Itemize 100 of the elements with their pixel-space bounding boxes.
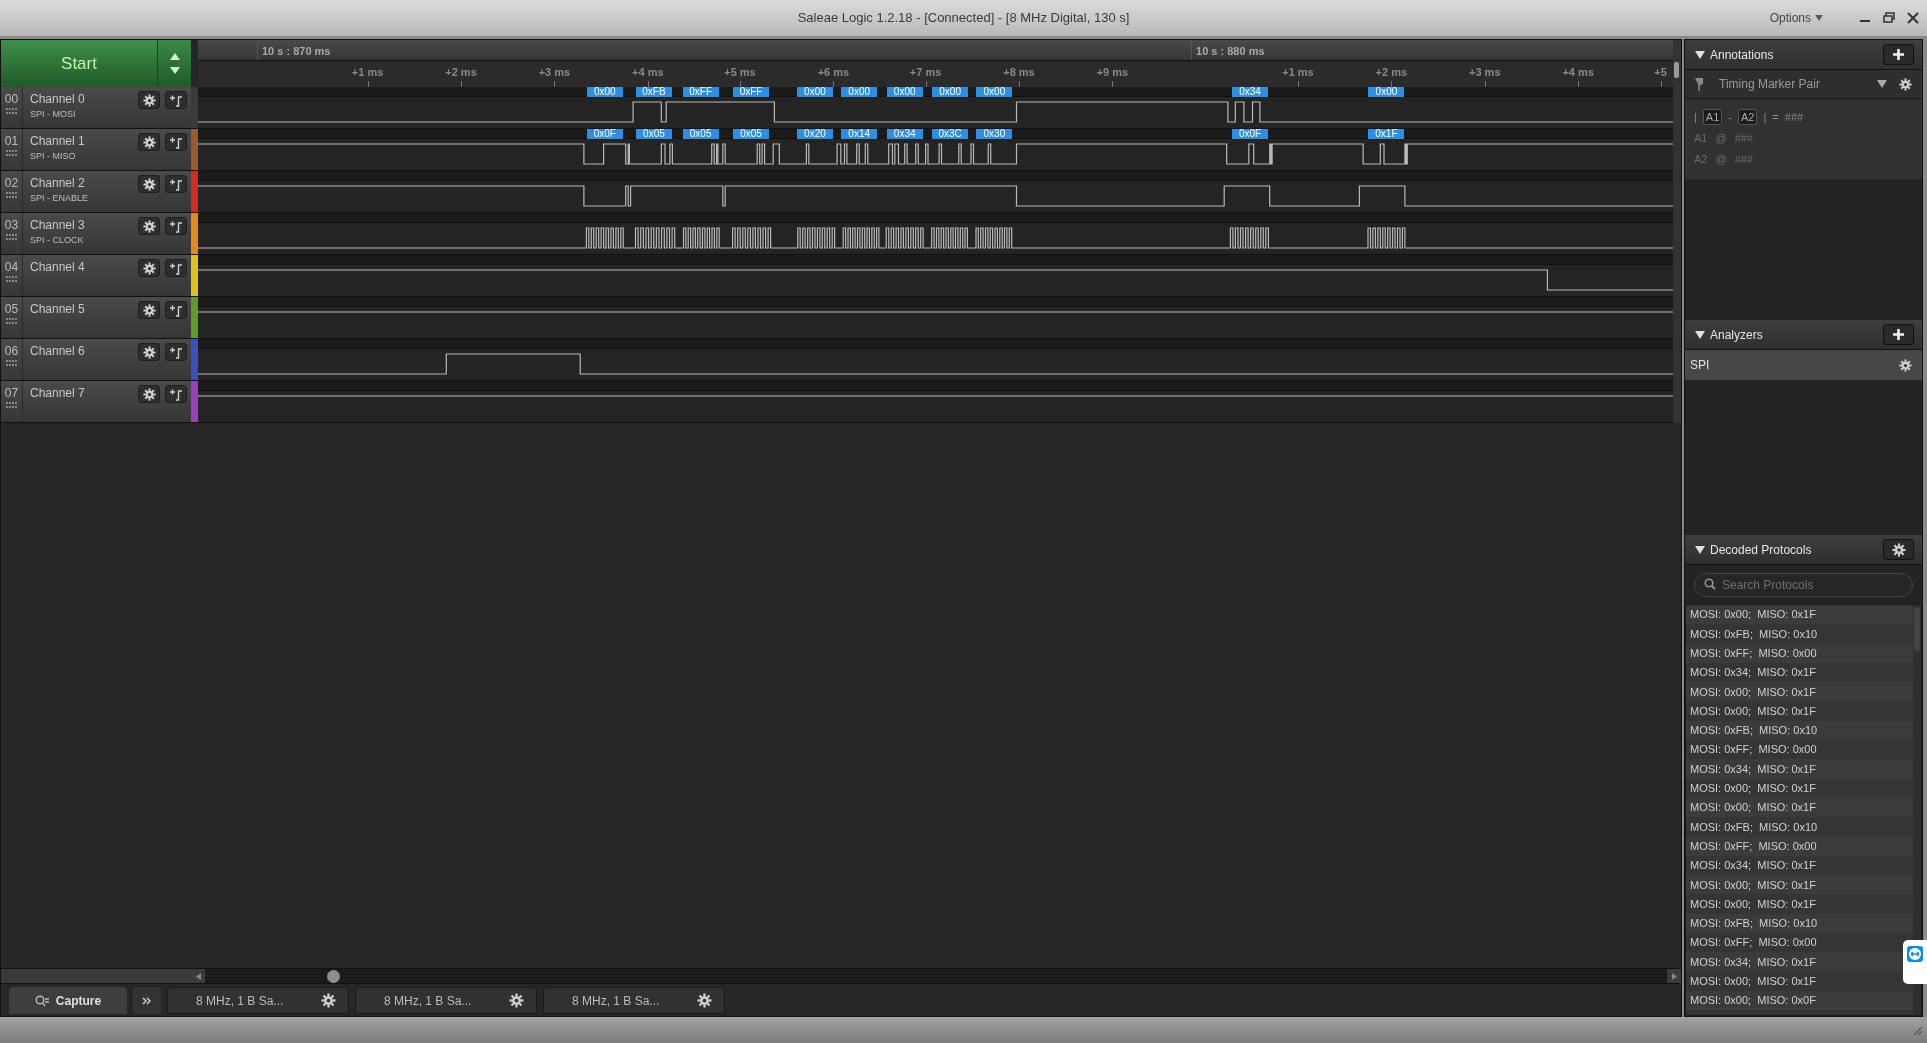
- search-field[interactable]: Search Protocols: [1694, 573, 1913, 597]
- channel-name[interactable]: Channel 7: [30, 386, 138, 401]
- decoded-value-tag[interactable]: 0x05: [733, 129, 770, 139]
- channel-name[interactable]: Channel 4: [30, 260, 138, 275]
- decoded-value-tag[interactable]: 0x34: [1232, 87, 1268, 97]
- decoded-value-tag[interactable]: 0x00: [841, 87, 878, 97]
- time-marker-label: 10 s : 870 ms: [262, 44, 331, 59]
- decoded-row[interactable]: MOSI: 0x00; MISO: 0x1F: [1686, 797, 1913, 818]
- channel-settings-button[interactable]: [138, 259, 160, 277]
- scroll-thumb[interactable]: [1914, 607, 1920, 651]
- channel-name[interactable]: Channel 3: [30, 218, 138, 233]
- scroll-thumb[interactable]: [327, 970, 340, 983]
- collapse-caret-icon[interactable]: [1695, 545, 1705, 554]
- decoded-value-tag[interactable]: 0x0F: [1232, 129, 1268, 139]
- channel-settings-button[interactable]: [138, 343, 160, 361]
- trigger-button[interactable]: [165, 343, 187, 361]
- channel-settings-button[interactable]: [138, 175, 160, 193]
- analyzer-row[interactable]: SPI: [1685, 350, 1922, 380]
- grip-icon[interactable]: [5, 318, 18, 324]
- decoded-row[interactable]: MOSI: 0x00; MISO: 0x1F: [1686, 605, 1913, 625]
- marker-type-label[interactable]: Timing Marker Pair: [1719, 75, 1877, 93]
- channel-name[interactable]: Channel 5: [30, 302, 138, 317]
- scroll-thumb[interactable]: [1674, 62, 1679, 78]
- decoded-value-tag[interactable]: 0x00: [886, 87, 923, 97]
- decoded-row[interactable]: MOSI: 0x00; MISO: 0x1F: [1686, 875, 1913, 895]
- pin-icon[interactable]: [1695, 77, 1703, 91]
- decoded-row[interactable]: MOSI: 0xFB; MISO: 0x10: [1686, 913, 1913, 934]
- channel-protocol-label: SPI - CLOCK: [30, 234, 85, 247]
- trigger-button[interactable]: [165, 91, 187, 109]
- collapse-caret-icon[interactable]: [1695, 330, 1705, 339]
- scroll-left-button[interactable]: [191, 969, 205, 983]
- close-icon[interactable]: [1907, 12, 1919, 24]
- options-menu[interactable]: Options: [1769, 9, 1823, 27]
- grip-icon[interactable]: [5, 402, 18, 408]
- capture-tab[interactable]: Capture: [9, 987, 127, 1014]
- decoded-row[interactable]: MOSI: 0xFB; MISO: 0x10: [1686, 720, 1913, 741]
- expand-tabs-button[interactable]: [133, 987, 161, 1014]
- up-arrow-icon[interactable]: [169, 53, 180, 60]
- channel-settings-button[interactable]: [138, 133, 160, 151]
- session-tab[interactable]: 8 MHz, 1 B Sa...: [355, 987, 537, 1014]
- settings-button[interactable]: [1883, 539, 1914, 560]
- resize-grip-icon[interactable]: [1911, 1024, 1923, 1036]
- plus-icon: [1893, 329, 1904, 340]
- grip-icon[interactable]: [5, 276, 18, 282]
- decoded-value-tag[interactable]: 0xFF: [733, 87, 770, 97]
- decoded-value-tag[interactable]: 0x05: [635, 129, 672, 139]
- gear-icon: [142, 387, 156, 401]
- trigger-button[interactable]: [165, 133, 187, 151]
- session-tab[interactable]: 8 MHz, 1 B Sa...: [543, 987, 725, 1014]
- grip-icon[interactable]: [5, 108, 18, 114]
- decoded-value-tag[interactable]: 0x0F: [586, 129, 623, 139]
- decoded-value-tag[interactable]: 0x14: [841, 129, 878, 139]
- decoded-value-tag[interactable]: 0xFB: [635, 87, 672, 97]
- decoded-row[interactable]: MOSI: 0x00; MISO: 0x0F: [1686, 990, 1913, 1011]
- restore-icon[interactable]: [1883, 12, 1895, 24]
- double-arrow-icon: [1907, 946, 1923, 962]
- decoded-row[interactable]: MOSI: 0x34; MISO: 0x1F: [1686, 759, 1913, 779]
- channel-settings-button[interactable]: [138, 217, 160, 235]
- tick-label: +1 ms: [351, 65, 384, 80]
- channel-name[interactable]: Channel 0: [30, 92, 138, 107]
- marker-value: ###: [1734, 130, 1753, 146]
- channel-name[interactable]: Channel 1: [30, 134, 138, 149]
- grip-icon[interactable]: [5, 192, 18, 198]
- decoded-value-tag[interactable]: 0x3C: [932, 129, 969, 139]
- decoded-value-tag[interactable]: 0x30: [976, 129, 1013, 139]
- channel-settings-button[interactable]: [138, 301, 160, 319]
- decoded-value-tag[interactable]: 0x00: [932, 87, 969, 97]
- decoded-row[interactable]: MOSI: 0xFF; MISO: 0x00: [1686, 836, 1913, 856]
- decoded-value-tag[interactable]: 0x05: [682, 129, 719, 139]
- decoded-value-tag[interactable]: 0x00: [1368, 87, 1405, 97]
- start-button[interactable]: Start: [1, 40, 158, 87]
- decoded-value-tag[interactable]: 0x00: [586, 87, 623, 97]
- add-button[interactable]: [1883, 44, 1914, 65]
- decoded-value-tag[interactable]: 0x00: [976, 87, 1013, 97]
- trigger-button[interactable]: [165, 385, 187, 403]
- decoded-row[interactable]: MOSI: 0x00; MISO: 0x1F: [1686, 682, 1913, 702]
- grip-icon[interactable]: [5, 234, 18, 240]
- down-arrow-icon[interactable]: [169, 67, 180, 74]
- scroll-right-button[interactable]: [1667, 969, 1681, 983]
- decoded-value-tag[interactable]: 0xFF: [682, 87, 719, 97]
- remote-control-toast[interactable]: [1903, 940, 1927, 984]
- trigger-button[interactable]: [165, 301, 187, 319]
- grip-icon[interactable]: [5, 360, 18, 366]
- trigger-button[interactable]: [165, 175, 187, 193]
- decoded-value-tag[interactable]: 0x1F: [1368, 129, 1405, 139]
- decoded-value-tag[interactable]: 0x20: [796, 129, 833, 139]
- trigger-button[interactable]: [165, 217, 187, 235]
- add-button[interactable]: [1883, 324, 1914, 345]
- trigger-button[interactable]: [165, 259, 187, 277]
- tick-label: +4 ms: [1562, 65, 1594, 80]
- channel-settings-button[interactable]: [138, 385, 160, 403]
- decoded-value-tag[interactable]: 0x00: [796, 87, 833, 97]
- grip-icon[interactable]: [5, 150, 18, 156]
- channel-settings-button[interactable]: [138, 91, 160, 109]
- decoded-value-tag[interactable]: 0x34: [886, 129, 923, 139]
- channel-name[interactable]: Channel 6: [30, 344, 138, 359]
- collapse-caret-icon[interactable]: [1695, 50, 1705, 59]
- channel-name[interactable]: Channel 2: [30, 176, 138, 191]
- decoded-row[interactable]: MOSI: 0xFF; MISO: 0x00: [1686, 643, 1913, 663]
- session-tab[interactable]: 8 MHz, 1 B Sa...: [167, 987, 349, 1014]
